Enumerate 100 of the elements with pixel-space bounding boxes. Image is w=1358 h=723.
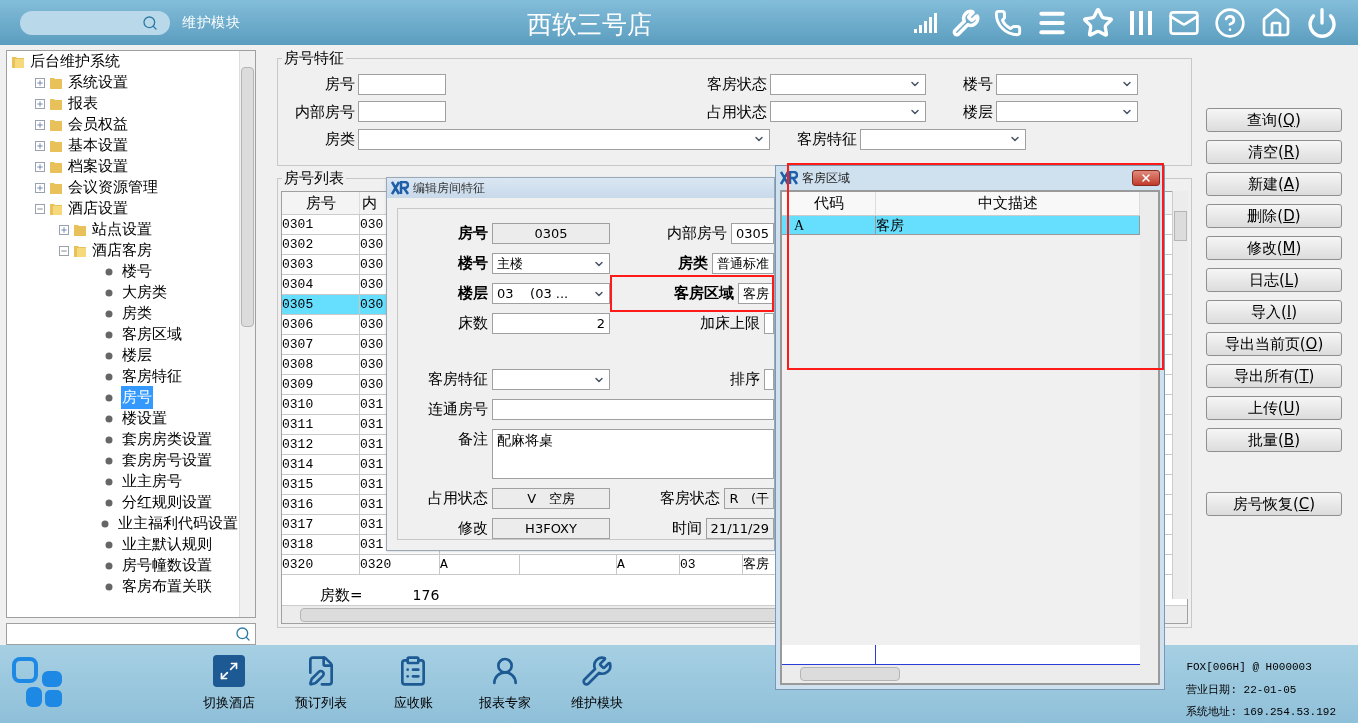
tree-item[interactable]: 大房类 — [121, 281, 168, 304]
action-button[interactable]: 修改(M) — [1206, 236, 1342, 260]
field-label: 楼层 — [962, 101, 994, 123]
input-field[interactable]: 普通标准 — [712, 253, 774, 274]
expand-icon[interactable] — [59, 224, 69, 235]
field-label: 内部房号 — [294, 101, 356, 123]
action-button[interactable]: 批量(B) — [1206, 428, 1342, 452]
tree-item[interactable]: 客房特征 — [121, 365, 183, 388]
input-field[interactable]: 2 — [492, 313, 610, 334]
action-button[interactable]: 房号恢复(C) — [1206, 492, 1342, 516]
power-icon[interactable] — [1306, 6, 1338, 39]
tree-item[interactable]: 楼层 — [121, 344, 153, 367]
tree-item[interactable]: 客房区域 — [121, 323, 183, 346]
input-field[interactable] — [358, 101, 446, 123]
new-row-input[interactable] — [782, 645, 1140, 665]
horizontal-scrollbar[interactable] — [782, 665, 1158, 683]
app-launcher[interactable]: 预订列表 — [286, 655, 356, 713]
star-icon[interactable] — [1082, 6, 1114, 39]
tree-search-field[interactable] — [6, 623, 256, 645]
scrollbar[interactable] — [239, 51, 255, 617]
action-button[interactable]: 查询(Q) — [1206, 108, 1342, 132]
scrollbar[interactable] — [1172, 191, 1188, 599]
input-field[interactable] — [492, 399, 774, 420]
tree-item[interactable]: 系统设置 — [67, 71, 129, 94]
tree-item[interactable]: 房号幢数设置 — [121, 554, 213, 577]
input-field[interactable] — [764, 369, 774, 390]
tree-item[interactable]: 基本设置 — [67, 134, 129, 157]
app-launcher[interactable]: 切换酒店 — [194, 655, 264, 713]
dropdown-field[interactable] — [770, 73, 926, 95]
home-icon[interactable] — [1260, 6, 1292, 39]
input-field[interactable] — [358, 73, 446, 95]
expand-icon[interactable] — [35, 161, 45, 172]
tree-item[interactable]: 业主默认规则 — [121, 533, 213, 556]
dropdown-field[interactable]: 03 (03 ... — [492, 283, 610, 304]
tree-item[interactable]: 站点设置 — [91, 218, 153, 241]
expand-icon[interactable] — [35, 77, 45, 88]
tree-item[interactable]: 业主福利代码设置 — [117, 512, 239, 535]
tree-item[interactable]: 套房房类设置 — [121, 428, 213, 451]
app-launcher[interactable]: 维护模块 — [562, 655, 632, 713]
tree-item[interactable]: 会议资源管理 — [67, 176, 159, 199]
input-field[interactable]: 客房 — [738, 283, 774, 304]
tree-item[interactable]: 酒店客房 — [91, 239, 153, 262]
scrollbar[interactable] — [1140, 192, 1158, 665]
tree-item[interactable]: 档案设置 — [67, 155, 129, 178]
tree-item[interactable]: 分红规则设置 — [121, 491, 213, 514]
table-row[interactable]: A 客房 — [782, 216, 1140, 235]
app-launcher[interactable]: 应收账 — [378, 655, 448, 713]
collapse-icon[interactable] — [59, 245, 69, 256]
status-text: 营业日期: 22-01-05 — [1186, 682, 1298, 698]
action-button[interactable]: 导出当前页(O) — [1206, 332, 1342, 356]
dropdown-field[interactable] — [492, 369, 610, 390]
input-field[interactable]: 0305 — [730, 223, 774, 244]
columns-icon[interactable] — [1128, 8, 1154, 37]
field-label: 内部房号 — [665, 223, 728, 244]
collapse-icon[interactable] — [35, 203, 45, 214]
count-label: 房数= — [320, 584, 363, 606]
column-header[interactable]: 代码 — [782, 192, 876, 215]
app-launcher[interactable]: 报表专家 — [470, 655, 540, 713]
field-label: 占用状态 — [706, 101, 768, 123]
action-button[interactable]: 日志(L) — [1206, 268, 1342, 292]
table-cell: 0320 — [282, 555, 360, 574]
close-button[interactable] — [1132, 170, 1160, 186]
tree-item[interactable]: 报表 — [67, 92, 99, 115]
tree-item[interactable]: 套房房号设置 — [121, 449, 213, 472]
action-button[interactable]: 清空(R) — [1206, 140, 1342, 164]
tree-item[interactable]: 客房布置关联 — [121, 575, 213, 598]
input-field[interactable] — [764, 313, 774, 334]
tree-item[interactable]: 会员权益 — [67, 113, 129, 136]
dropdown-field[interactable] — [996, 73, 1138, 95]
notes-field[interactable]: 配麻将桌 — [492, 429, 774, 479]
dropdown-field[interactable] — [770, 101, 926, 123]
action-button[interactable]: 导入(I) — [1206, 300, 1342, 324]
signal-icon[interactable] — [914, 12, 938, 33]
expand-icon[interactable] — [35, 140, 45, 151]
tools-icon[interactable] — [952, 8, 980, 37]
tree-item[interactable]: 楼号 — [121, 260, 153, 283]
action-button[interactable]: 新建(A) — [1206, 172, 1342, 196]
search-field[interactable] — [20, 10, 170, 35]
action-button[interactable]: 删除(D) — [1206, 204, 1342, 228]
column-header[interactable]: 房号 — [282, 192, 360, 214]
dropdown-field[interactable] — [358, 128, 770, 150]
expand-icon[interactable] — [35, 98, 45, 109]
help-icon[interactable] — [1214, 6, 1246, 39]
dropdown-field[interactable] — [860, 128, 1026, 150]
tree-item[interactable]: 楼设置 — [121, 407, 168, 430]
dropdown-field[interactable] — [996, 101, 1138, 123]
tree-item[interactable]: 酒店设置 — [67, 197, 129, 220]
expand-icon[interactable] — [35, 119, 45, 130]
bullet-icon — [105, 393, 113, 402]
action-button[interactable]: 导出所有(T) — [1206, 364, 1342, 388]
expand-icon[interactable] — [35, 182, 45, 193]
tree-item[interactable]: 业主房号 — [121, 470, 183, 493]
tree-item[interactable]: 后台维护系统 — [29, 51, 121, 73]
module-name: 维护模块 — [182, 13, 241, 32]
phone-icon[interactable] — [994, 8, 1022, 37]
dropdown-field[interactable]: 主楼 — [492, 253, 610, 274]
tree-item[interactable]: 房类 — [121, 302, 153, 325]
action-button[interactable]: 上传(U) — [1206, 396, 1342, 420]
folder-icon — [49, 180, 63, 195]
table-cell: 0315 — [282, 475, 360, 494]
